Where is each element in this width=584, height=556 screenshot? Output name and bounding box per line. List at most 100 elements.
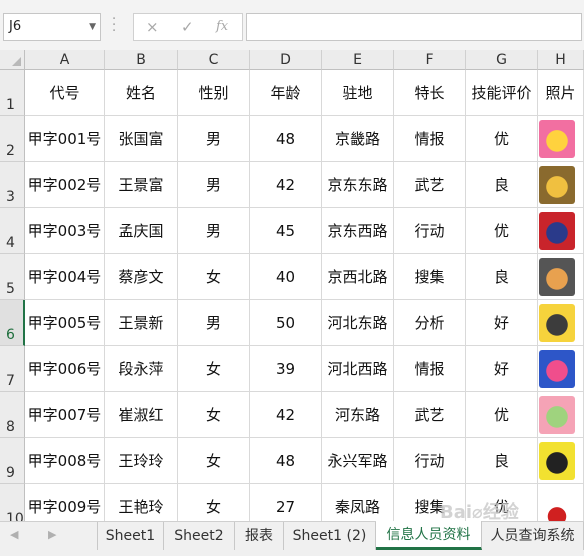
data-cell[interactable]: 情报: [394, 346, 466, 392]
data-cell[interactable]: 行动: [394, 438, 466, 484]
data-cell[interactable]: 分析: [394, 300, 466, 346]
data-cell[interactable]: 王景富: [105, 162, 178, 208]
column-header-d[interactable]: D: [250, 50, 322, 70]
formula-input[interactable]: [246, 13, 582, 41]
sheet-tab[interactable]: Sheet1 (2): [284, 522, 376, 550]
data-cell[interactable]: 45: [250, 208, 322, 254]
data-cell[interactable]: 王景新: [105, 300, 178, 346]
cancel-icon[interactable]: ×: [146, 18, 159, 36]
data-cell[interactable]: 京畿路: [322, 116, 394, 162]
row-header-4[interactable]: 4: [0, 208, 25, 254]
header-cell[interactable]: 特长: [394, 70, 466, 116]
row-header-8[interactable]: 8: [0, 392, 25, 438]
data-cell[interactable]: 男: [178, 300, 250, 346]
data-cell[interactable]: 甲字001号: [25, 116, 105, 162]
data-cell[interactable]: 48: [250, 116, 322, 162]
data-cell[interactable]: 42: [250, 392, 322, 438]
photo-cell[interactable]: [538, 300, 584, 346]
data-cell[interactable]: 女: [178, 254, 250, 300]
data-cell[interactable]: 优: [466, 116, 538, 162]
data-cell[interactable]: 女: [178, 392, 250, 438]
column-header-c[interactable]: C: [178, 50, 250, 70]
row-header-7[interactable]: 7: [0, 346, 25, 392]
photo-cell[interactable]: [538, 346, 584, 392]
header-cell[interactable]: 代号: [25, 70, 105, 116]
header-cell[interactable]: 驻地: [322, 70, 394, 116]
header-cell[interactable]: 姓名: [105, 70, 178, 116]
column-header-h[interactable]: H: [538, 50, 584, 70]
data-cell[interactable]: 优: [466, 208, 538, 254]
insert-function-icon[interactable]: fx: [216, 19, 228, 34]
data-cell[interactable]: 甲字003号: [25, 208, 105, 254]
row-header-9[interactable]: 9: [0, 438, 25, 484]
data-cell[interactable]: 情报: [394, 116, 466, 162]
column-header-g[interactable]: G: [466, 50, 538, 70]
data-cell[interactable]: 39: [250, 346, 322, 392]
sheet-tab[interactable]: 人员查询系统: [482, 522, 584, 550]
tab-scroll-right-icon[interactable]: ▶: [48, 528, 56, 541]
photo-cell[interactable]: [538, 116, 584, 162]
data-cell[interactable]: 男: [178, 162, 250, 208]
data-cell[interactable]: 甲字002号: [25, 162, 105, 208]
check-icon[interactable]: ✓: [181, 18, 194, 36]
data-cell[interactable]: 良: [466, 162, 538, 208]
sheet-tab[interactable]: 信息人员资料: [376, 521, 482, 550]
data-cell[interactable]: 永兴军路: [322, 438, 394, 484]
row-header-2[interactable]: 2: [0, 116, 25, 162]
data-cell[interactable]: 好: [466, 300, 538, 346]
data-cell[interactable]: 王玲玲: [105, 438, 178, 484]
data-cell[interactable]: 京东西路: [322, 208, 394, 254]
header-cell[interactable]: 技能评价: [466, 70, 538, 116]
data-cell[interactable]: 40: [250, 254, 322, 300]
row-header-5[interactable]: 5: [0, 254, 25, 300]
data-cell[interactable]: 孟庆国: [105, 208, 178, 254]
select-all-button[interactable]: [0, 50, 25, 70]
photo-cell[interactable]: [538, 208, 584, 254]
row-header-6[interactable]: 6: [0, 300, 25, 346]
data-cell[interactable]: 武艺: [394, 162, 466, 208]
data-cell[interactable]: 武艺: [394, 392, 466, 438]
data-cell[interactable]: 甲字006号: [25, 346, 105, 392]
data-cell[interactable]: 甲字005号: [25, 300, 105, 346]
data-cell[interactable]: 蔡彦文: [105, 254, 178, 300]
data-cell[interactable]: 甲字004号: [25, 254, 105, 300]
data-cell[interactable]: 优: [466, 392, 538, 438]
data-cell[interactable]: 男: [178, 116, 250, 162]
row-header-1[interactable]: 1: [0, 70, 25, 116]
data-cell[interactable]: 京东东路: [322, 162, 394, 208]
data-cell[interactable]: 河东路: [322, 392, 394, 438]
data-cell[interactable]: 崔淑红: [105, 392, 178, 438]
data-cell[interactable]: 张国富: [105, 116, 178, 162]
data-cell[interactable]: 42: [250, 162, 322, 208]
photo-cell[interactable]: [538, 392, 584, 438]
data-cell[interactable]: 甲字007号: [25, 392, 105, 438]
data-cell[interactable]: 行动: [394, 208, 466, 254]
data-cell[interactable]: 良: [466, 438, 538, 484]
chevron-down-icon[interactable]: ▼: [89, 14, 96, 40]
sheet-tab[interactable]: 报表: [235, 522, 284, 550]
name-box[interactable]: J6 ▼: [3, 13, 101, 41]
column-header-e[interactable]: E: [322, 50, 394, 70]
column-header-f[interactable]: F: [394, 50, 466, 70]
data-cell[interactable]: 河北西路: [322, 346, 394, 392]
data-cell[interactable]: 搜集: [394, 254, 466, 300]
column-header-a[interactable]: A: [25, 50, 105, 70]
sheet-tab[interactable]: Sheet1: [97, 522, 164, 550]
data-cell[interactable]: 男: [178, 208, 250, 254]
data-cell[interactable]: 50: [250, 300, 322, 346]
tab-scroll-left-icon[interactable]: ◀: [10, 528, 18, 541]
data-cell[interactable]: 京西北路: [322, 254, 394, 300]
header-cell[interactable]: 照片: [538, 70, 584, 116]
photo-cell[interactable]: [538, 438, 584, 484]
header-cell[interactable]: 性别: [178, 70, 250, 116]
photo-cell[interactable]: [538, 254, 584, 300]
data-cell[interactable]: 段永萍: [105, 346, 178, 392]
header-cell[interactable]: 年龄: [250, 70, 322, 116]
data-cell[interactable]: 女: [178, 438, 250, 484]
data-cell[interactable]: 女: [178, 346, 250, 392]
photo-cell[interactable]: [538, 162, 584, 208]
data-cell[interactable]: 河北东路: [322, 300, 394, 346]
data-cell[interactable]: 良: [466, 254, 538, 300]
sheet-tab[interactable]: Sheet2: [164, 522, 235, 550]
data-cell[interactable]: 好: [466, 346, 538, 392]
